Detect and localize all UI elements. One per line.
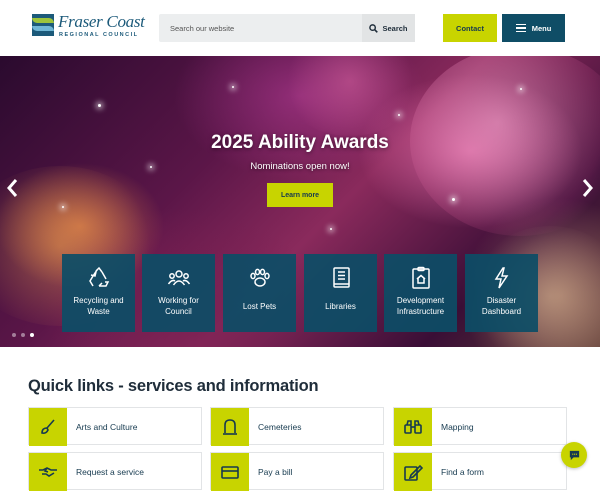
tile-working-for-council[interactable]: Working for Council xyxy=(142,254,215,332)
sparkle xyxy=(232,86,234,88)
quick-link-label: Request a service xyxy=(76,467,145,477)
quick-link-label: Cemeteries xyxy=(258,422,302,432)
logo-name: Fraser Coast xyxy=(58,12,145,31)
tile-disaster-dashboard[interactable]: Disaster Dashboard xyxy=(465,254,538,332)
chevron-right-icon xyxy=(582,179,593,197)
sparkle xyxy=(98,104,101,107)
quick-links-heading: Quick links - services and information xyxy=(28,377,319,395)
logo-mark-icon xyxy=(32,14,54,36)
contact-button[interactable]: Contact xyxy=(443,14,497,42)
sparkle xyxy=(62,206,64,208)
sparkle xyxy=(398,114,400,116)
tile-libraries[interactable]: Libraries xyxy=(304,254,377,332)
tile-label: Disaster Dashboard xyxy=(481,296,522,316)
logo-subtitle: REGIONAL COUNCIL xyxy=(59,32,139,38)
quick-link-label: Pay a bill xyxy=(258,467,293,477)
search-button[interactable]: Search xyxy=(362,14,415,42)
hero-title: 2025 Ability Awards xyxy=(211,132,389,153)
menu-button[interactable]: Menu xyxy=(502,14,565,42)
search-bar: Search xyxy=(159,14,415,42)
quick-link-icon-box xyxy=(211,453,249,491)
people-icon xyxy=(167,270,191,286)
quick-link-mapping[interactable]: Mapping xyxy=(393,407,567,446)
tile-label: Libraries xyxy=(325,301,356,311)
quick-link-icon-box xyxy=(394,408,432,446)
quick-link-pay-a-bill[interactable]: Pay a bill xyxy=(210,452,384,491)
credit-card-icon xyxy=(221,466,239,479)
feature-tiles: Recycling and Waste Working for Council … xyxy=(62,254,538,332)
carousel-dot[interactable] xyxy=(21,333,25,337)
hero-subtitle: Nominations open now! xyxy=(250,161,350,172)
tile-lost-pets[interactable]: Lost Pets xyxy=(223,254,296,332)
quick-link-label: Find a form xyxy=(441,467,484,477)
search-icon xyxy=(369,23,379,33)
tile-label: Development Infrastructure xyxy=(396,296,445,316)
lightning-icon xyxy=(494,267,509,289)
search-input[interactable] xyxy=(159,14,361,42)
fraser-coast-logo[interactable]: Fraser Coast REGIONAL COUNCIL xyxy=(32,12,145,40)
tile-label: Lost Pets xyxy=(242,301,277,311)
tile-label: Working for Council xyxy=(158,296,199,316)
pencil-form-icon xyxy=(404,464,423,481)
headstone-icon xyxy=(223,419,237,435)
quick-link-icon-box xyxy=(394,453,432,491)
tile-label: Recycling and Waste xyxy=(73,296,124,316)
book-icon xyxy=(333,267,350,288)
tile-recycling-and-waste[interactable]: Recycling and Waste xyxy=(62,254,135,332)
carousel-prev-button[interactable] xyxy=(5,176,19,200)
quick-link-request-a-service[interactable]: Request a service xyxy=(28,452,202,491)
paw-icon xyxy=(250,268,270,287)
paintbrush-icon xyxy=(41,419,55,434)
quick-link-cemeteries[interactable]: Cemeteries xyxy=(210,407,384,446)
site-header: Fraser Coast REGIONAL COUNCIL Search Con… xyxy=(0,0,600,56)
carousel-dots xyxy=(12,333,34,337)
hero-decor-blob xyxy=(280,56,420,136)
quick-link-icon-box xyxy=(29,408,67,446)
carousel-next-button[interactable] xyxy=(581,176,595,200)
tile-development-infrastructure[interactable]: Development Infrastructure xyxy=(384,254,457,332)
quick-link-icon-box xyxy=(211,408,249,446)
sparkle xyxy=(452,198,455,201)
menu-button-label: Menu xyxy=(531,23,552,33)
chat-bubble-icon xyxy=(569,450,579,460)
binoculars-icon xyxy=(404,420,422,434)
chat-button[interactable] xyxy=(561,442,587,468)
clipboard-house-icon xyxy=(412,266,430,289)
quick-link-find-a-form[interactable]: Find a form xyxy=(393,452,567,491)
recycle-icon xyxy=(89,266,110,287)
quick-link-arts-and-culture[interactable]: Arts and Culture xyxy=(28,407,202,446)
carousel-dot-active[interactable] xyxy=(30,333,34,337)
quick-link-label: Arts and Culture xyxy=(76,422,138,432)
chevron-left-icon xyxy=(7,179,18,197)
search-button-label: Search xyxy=(382,23,408,33)
sparkle xyxy=(330,228,332,230)
hamburger-icon xyxy=(515,24,526,32)
carousel-dot[interactable] xyxy=(12,333,16,337)
quick-link-label: Mapping xyxy=(441,422,474,432)
sparkle xyxy=(520,88,522,90)
hero-carousel: 2025 Ability Awards Nominations open now… xyxy=(0,56,600,347)
quick-link-icon-box xyxy=(29,453,67,491)
learn-more-button[interactable]: Learn more xyxy=(267,183,333,207)
handshake-icon xyxy=(39,467,57,477)
